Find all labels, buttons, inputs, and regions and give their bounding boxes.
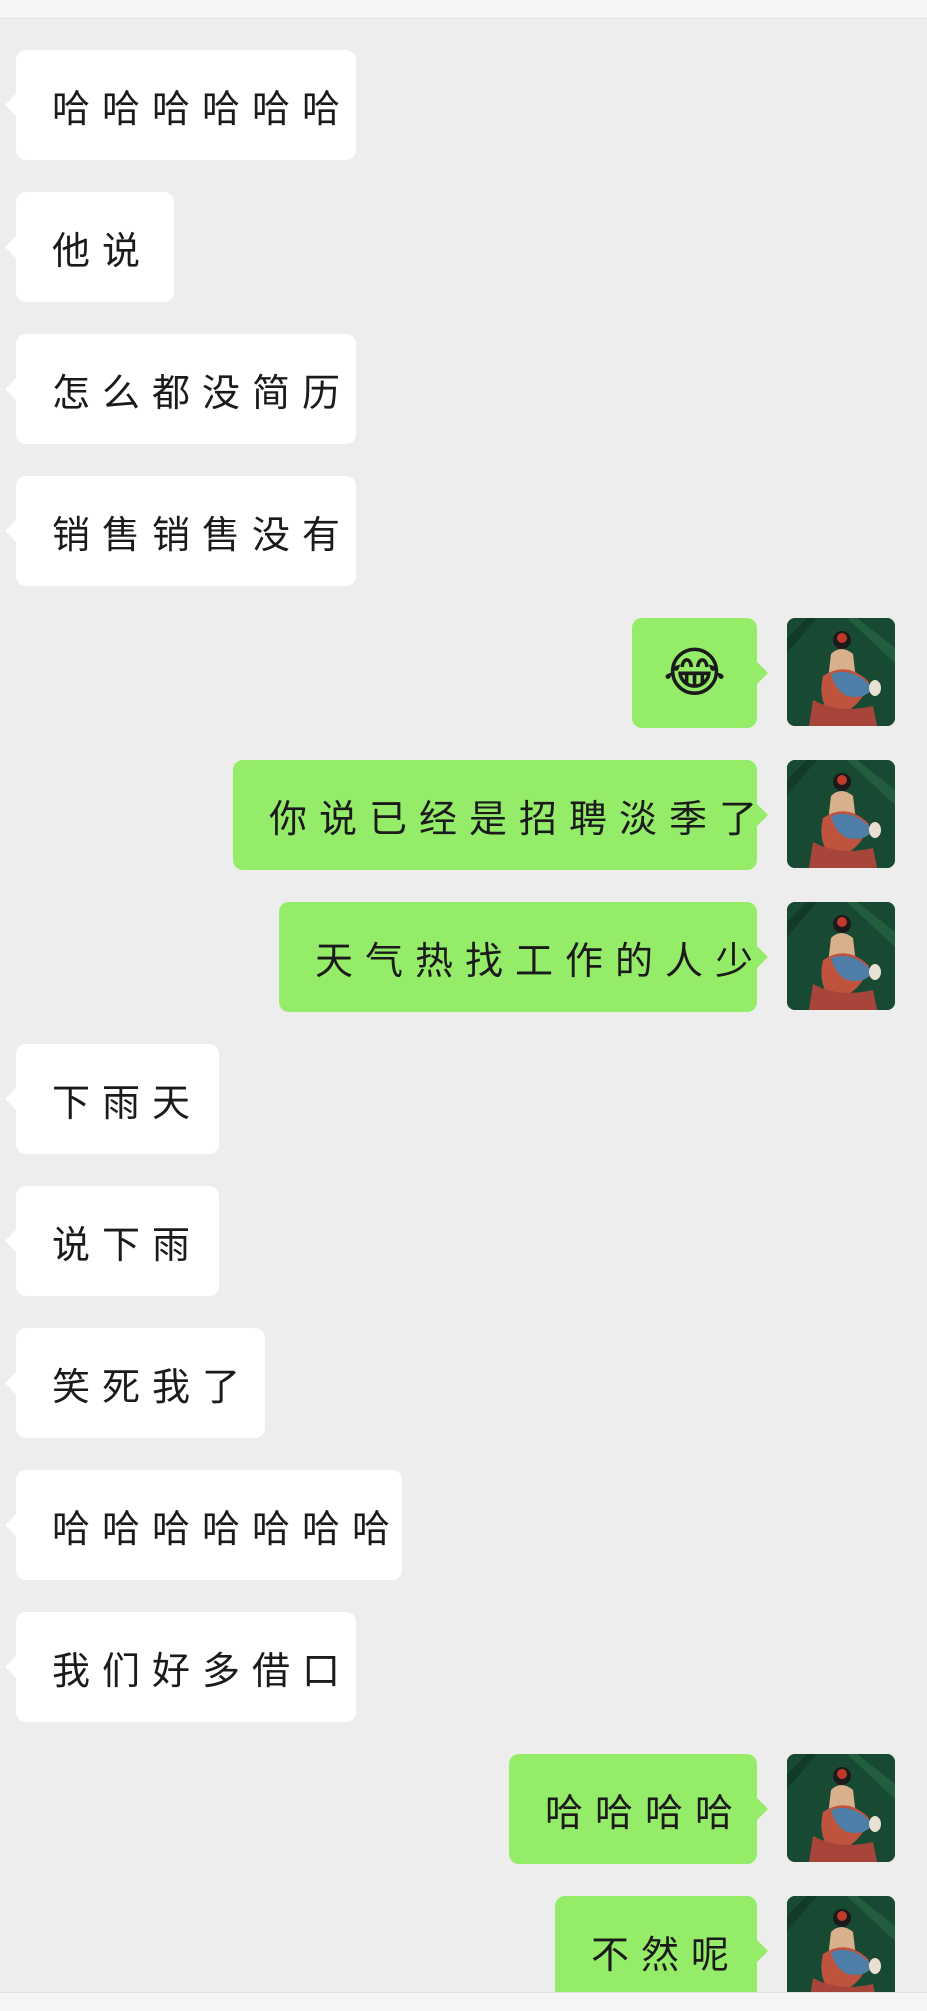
- message-text: 下雨天: [52, 1080, 203, 1125]
- message-text: 哈哈哈哈: [545, 1790, 746, 1835]
- message-bubble-incoming[interactable]: 笑死我了: [5, 1328, 265, 1438]
- message-row-incoming: 下雨天: [0, 1044, 927, 1154]
- message-row-outgoing: 天气热找工作的人少: [0, 902, 927, 1012]
- message-bubble-incoming[interactable]: 他说: [5, 192, 174, 302]
- message-text: 我们好多借口: [52, 1648, 353, 1693]
- message-bubble-outgoing[interactable]: 哈哈哈哈: [509, 1754, 768, 1864]
- message-text: 你说已经是招聘淡季了: [269, 796, 770, 841]
- message-row-incoming: 笑死我了: [0, 1328, 927, 1438]
- message-bubble-incoming[interactable]: 哈哈哈哈哈哈: [5, 50, 356, 160]
- message-bubble-outgoing[interactable]: 天气热找工作的人少: [279, 902, 768, 1012]
- message-bubble-outgoing[interactable]: 你说已经是招聘淡季了: [233, 760, 768, 870]
- message-text: 他说: [52, 228, 153, 273]
- message-text: 天气热找工作的人少: [315, 938, 766, 983]
- message-bubble-incoming[interactable]: 销售销售没有: [5, 476, 356, 586]
- message-row-incoming: 我们好多借口: [0, 1612, 927, 1722]
- avatar-icon[interactable]: [787, 1754, 895, 1862]
- avatar-icon[interactable]: [787, 760, 895, 868]
- message-text: 笑死我了: [52, 1364, 253, 1409]
- message-bubble-incoming[interactable]: 怎么都没简历: [5, 334, 356, 444]
- message-row-outgoing: 哈哈哈哈: [0, 1754, 927, 1864]
- message-row-outgoing: 不然呢: [0, 1896, 927, 2006]
- message-row-incoming: 销售销售没有: [0, 476, 927, 586]
- chat-message-list[interactable]: 哈哈哈哈哈哈 他说 怎么都没简历 销售销售没有 😂 你说已经是招聘淡季了 天气热…: [0, 0, 927, 2010]
- message-row-incoming: 他说: [0, 192, 927, 302]
- message-bubble-outgoing[interactable]: 不然呢: [555, 1896, 768, 2006]
- message-row-outgoing: 😂: [0, 618, 927, 728]
- message-text: 不然呢: [591, 1932, 742, 1977]
- avatar-icon[interactable]: [787, 618, 895, 726]
- message-row-incoming: 哈哈哈哈哈哈哈: [0, 1470, 927, 1580]
- message-bubble-incoming[interactable]: 哈哈哈哈哈哈哈: [5, 1470, 403, 1580]
- message-text: 说下雨: [52, 1222, 203, 1267]
- message-row-incoming: 怎么都没简历: [0, 334, 927, 444]
- avatar-icon[interactable]: [787, 902, 895, 1010]
- message-text: 哈哈哈哈哈哈: [52, 86, 353, 131]
- avatar-icon[interactable]: [787, 1896, 895, 2004]
- message-text: 怎么都没简历: [52, 370, 353, 415]
- message-text: 销售销售没有: [52, 512, 353, 557]
- message-bubble-outgoing[interactable]: 😂: [632, 618, 768, 728]
- message-row-incoming: 说下雨: [0, 1186, 927, 1296]
- message-bubble-incoming[interactable]: 说下雨: [5, 1186, 219, 1296]
- message-bubble-incoming[interactable]: 下雨天: [5, 1044, 219, 1154]
- message-bubble-incoming[interactable]: 我们好多借口: [5, 1612, 356, 1722]
- bottom-divider: [0, 1992, 927, 2011]
- message-row-outgoing: 你说已经是招聘淡季了: [0, 760, 927, 870]
- face-with-tears-of-joy-icon: 😂: [663, 641, 727, 704]
- message-row-incoming: 哈哈哈哈哈哈: [0, 50, 927, 160]
- message-text: 哈哈哈哈哈哈哈: [52, 1506, 403, 1551]
